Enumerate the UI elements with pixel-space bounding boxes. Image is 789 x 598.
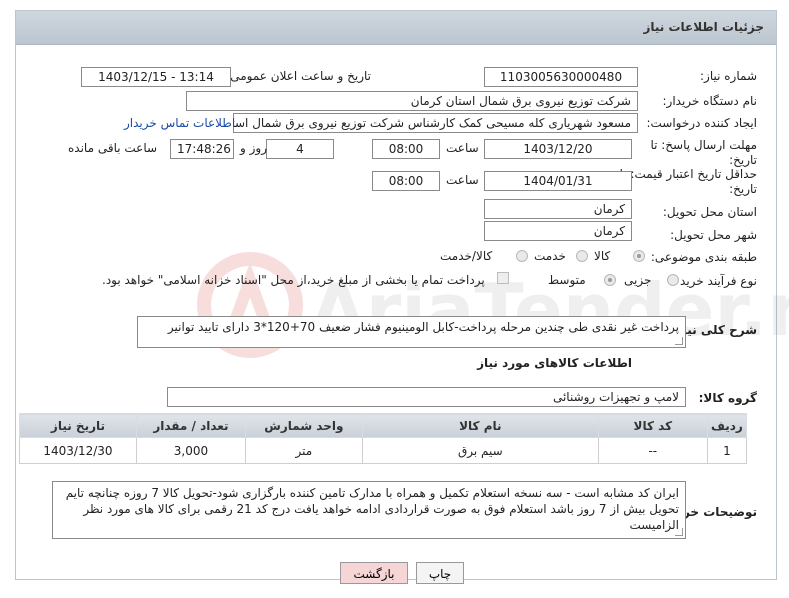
validity-label: حداقل تاریخ اعتبار قیمت: تا [619,167,757,181]
cell-row: 1 [706,437,748,464]
province-label: استان محل تحویل: [662,205,757,219]
panel-title: جزئیات اطلاعات نیاز [643,20,764,34]
announce-label: تاریخ و ساعت اعلان عمومی: [226,69,371,83]
goods-group-field[interactable]: لامپ و تجهیزات روشنائی [167,387,686,407]
process-minor-label: جزیی [624,273,652,287]
days-label: روز و [240,141,267,155]
category-both-label: کالا/خدمت [440,249,493,263]
deadline-label: مهلت ارسال پاسخ: تا [650,138,757,152]
requester-label: ایجاد کننده درخواست: [646,116,757,130]
table-header-row: ردیف کد کالا نام کالا واحد شمارش تعداد /… [19,413,748,438]
process-medium-radio[interactable] [604,274,616,286]
buyer-org-label: نام دستگاه خریدار: [662,94,758,108]
col-unit: واحد شمارش [244,413,363,438]
col-row: ردیف [706,413,748,438]
category-label: طبقه بندی موضوعی: [650,250,757,264]
need-number-field[interactable]: 1103005630000480 [484,67,638,87]
process-minor-radio[interactable] [667,274,679,286]
need-number-label: شماره نیاز: [700,69,757,83]
goods-table: ردیف کد کالا نام کالا واحد شمارش تعداد /… [19,413,748,464]
description-textarea[interactable]: پرداخت غیر نقدی طی چندین مرحله پرداخت-کا… [137,316,686,348]
category-goods-label: کالا [594,249,611,263]
col-date: تاریخ نیاز [19,413,137,438]
goods-section-title: اطلاعات کالاهای مورد نیاز [477,356,632,370]
resize-grip-icon[interactable] [675,337,683,345]
panel-header: جزئیات اطلاعات نیاز [16,11,776,45]
remaining-time-field[interactable]: 17:48:26 [170,139,234,159]
back-button[interactable]: بازگشت [340,562,408,584]
description-text: پرداخت غیر نقدی طی چندین مرحله پرداخت-کا… [167,320,679,334]
col-code: کد کالا [597,413,708,438]
category-service-radio[interactable] [576,250,588,262]
deadline-date-field[interactable]: 1403/12/20 [484,139,632,159]
buyer-org-field[interactable]: شرکت توزیع نیروی برق شمال استان کرمان [186,91,638,111]
goods-group-label: گروه کالا: [698,391,757,405]
process-medium-label: متوسط [548,273,586,287]
cell-unit: متر [244,437,363,464]
validity-time-label: ساعت [446,173,479,187]
validity-label-2: تاریخ: [729,182,757,196]
validity-time-field[interactable]: 08:00 [372,171,440,191]
cell-code: -- [597,437,708,464]
remaining-label: ساعت باقی مانده [68,141,158,155]
buyer-notes-textarea[interactable]: ایران کد مشابه است - سه نسخه استعلام تکم… [52,481,686,539]
print-button[interactable]: چاپ [416,562,464,584]
contact-info-link[interactable]: اطلاعات تماس خریدار [124,116,235,130]
city-field[interactable]: کرمان [484,221,632,241]
treasury-payment-checkbox[interactable] [497,272,509,284]
col-name: نام کالا [361,413,599,438]
cell-name: سیم برق [361,437,599,464]
days-field[interactable]: 4 [266,139,334,159]
requester-field[interactable]: مسعود شهریاری کله مسیحی کمک کارشناس شرکت… [233,113,638,133]
process-label: نوع فرآیند خرید : [672,274,757,288]
category-both-radio[interactable] [516,250,528,262]
table-row[interactable]: 1 -- سیم برق متر 3,000 1403/12/30 [19,437,748,464]
notes-resize-grip-icon[interactable] [675,528,683,536]
category-goods-radio[interactable] [633,250,645,262]
cell-date: 1403/12/30 [19,437,137,464]
deadline-time-label: ساعت [446,141,479,155]
buyer-notes-text: ایران کد مشابه است - سه نسخه استعلام تکم… [65,486,679,532]
col-qty: تعداد / مقدار [135,413,246,438]
announce-field[interactable]: 1403/12/15 - 13:14 [81,67,231,87]
deadline-time-field[interactable]: 08:00 [372,139,440,159]
validity-date-field[interactable]: 1404/01/31 [484,171,632,191]
payment-note: پرداخت تمام یا بخشی از مبلغ خرید،از محل … [102,273,485,287]
category-service-label: خدمت [534,249,566,263]
city-label: شهر محل تحویل: [670,228,757,242]
cell-qty: 3,000 [135,437,246,464]
province-field[interactable]: کرمان [484,199,632,219]
deadline-label-2: تاریخ: [729,153,757,167]
